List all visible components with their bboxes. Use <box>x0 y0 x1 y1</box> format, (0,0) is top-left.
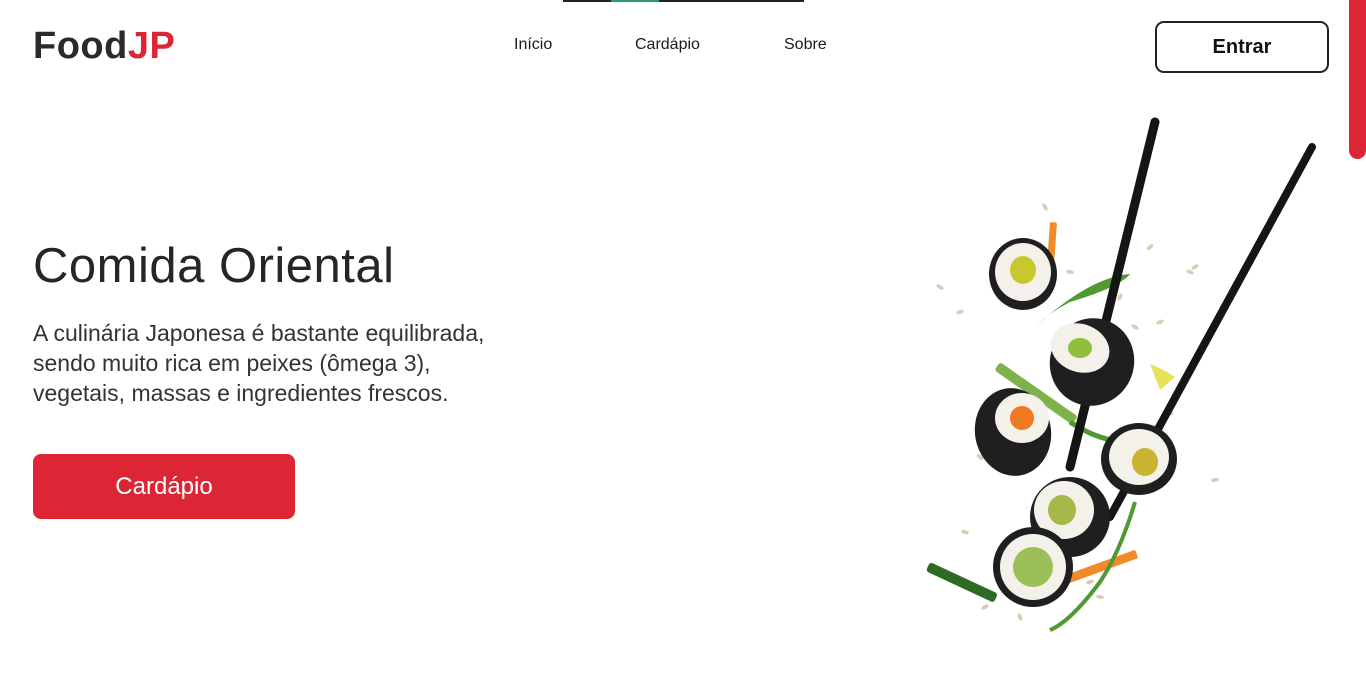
nav-link-inicio[interactable]: Início <box>514 36 552 54</box>
nav-link-sobre[interactable]: Sobre <box>784 36 827 54</box>
hero-description-line: vegetais, massas e ingredientes frescos. <box>33 380 449 406</box>
nav-link-cardapio[interactable]: Cardápio <box>635 36 700 54</box>
loading-bar <box>563 0 804 2</box>
hero-description-line: sendo muito rica em peixes (ômega 3), <box>33 350 431 376</box>
scrollbar-thumb[interactable] <box>1349 0 1366 159</box>
sushi-illustration <box>926 117 1316 632</box>
login-button[interactable]: Entrar <box>1155 21 1329 73</box>
menu-cta-button[interactable]: Cardápio <box>33 454 295 519</box>
hero-description-line: A culinária Japonesa é bastante equilibr… <box>33 320 485 346</box>
loading-bar-accent <box>611 0 659 2</box>
hero-title: Comida Oriental <box>33 239 395 293</box>
sushi-roll <box>989 238 1057 310</box>
sushi-chopsticks-image <box>920 112 1340 642</box>
sushi-roll <box>1101 423 1177 495</box>
sushi-roll <box>993 527 1073 607</box>
hero-description: A culinária Japonesa é bastante equilibr… <box>33 318 553 408</box>
